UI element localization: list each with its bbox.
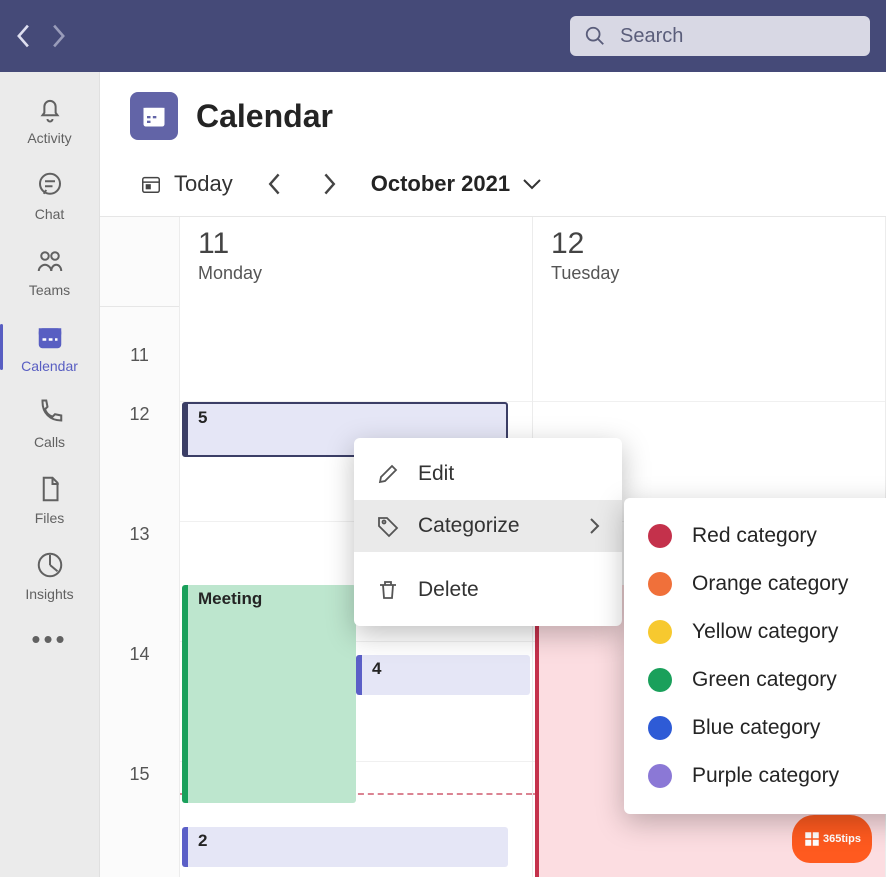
day-name: Tuesday: [551, 263, 867, 284]
menu-item-label: Delete: [418, 578, 479, 602]
category-label: Purple category: [692, 764, 839, 788]
category-option-red[interactable]: Red category: [624, 512, 886, 560]
hour-label: 15: [100, 762, 179, 877]
day-header[interactable]: 12 Tuesday: [533, 217, 885, 294]
sidebar-item-label: Calls: [34, 434, 65, 450]
event-title: 4: [372, 659, 381, 678]
sidebar-item-insights[interactable]: Insights: [0, 540, 100, 610]
sidebar-item-label: Activity: [27, 130, 71, 146]
day-number: 12: [551, 227, 867, 261]
category-color-swatch: [648, 524, 672, 548]
calendar-event[interactable]: 2: [182, 827, 508, 867]
category-color-swatch: [648, 620, 672, 644]
hour-label: 11: [100, 307, 179, 402]
edit-icon: [376, 462, 400, 486]
calendar-toolbar: Today October 2021: [100, 156, 886, 217]
page-header: Calendar: [100, 72, 886, 156]
category-color-swatch: [648, 764, 672, 788]
category-option-blue[interactable]: Blue category: [624, 704, 886, 752]
sidebar-item-calendar[interactable]: Calendar: [0, 312, 100, 382]
search-input[interactable]: [618, 24, 856, 49]
category-color-swatch: [648, 668, 672, 692]
category-color-swatch: [648, 716, 672, 740]
menu-item-delete[interactable]: Delete: [354, 564, 622, 616]
menu-item-edit[interactable]: Edit: [354, 448, 622, 500]
chevron-right-icon: [588, 516, 600, 536]
day-number: 11: [198, 227, 514, 261]
watermark-badge: 365tips: [792, 815, 872, 863]
category-option-yellow[interactable]: Yellow category: [624, 608, 886, 656]
teams-icon: [35, 246, 65, 276]
page-title: Calendar: [196, 98, 333, 135]
phone-icon: [35, 398, 65, 428]
menu-item-label: Edit: [418, 462, 454, 486]
search-icon: [584, 25, 606, 47]
prev-period-button[interactable]: [263, 166, 287, 202]
watermark-text: 365tips: [823, 833, 861, 845]
category-label: Red category: [692, 524, 817, 548]
hour-label: 13: [100, 522, 179, 642]
sidebar-item-label: Teams: [29, 282, 70, 298]
category-label: Green category: [692, 668, 837, 692]
sidebar-item-label: Chat: [35, 206, 65, 222]
tag-icon: [376, 514, 400, 538]
sidebar-item-activity[interactable]: Activity: [0, 84, 100, 154]
category-option-green[interactable]: Green category: [624, 656, 886, 704]
categorize-submenu: Red category Orange category Yellow cate…: [624, 498, 886, 814]
date-picker[interactable]: October 2021: [371, 171, 542, 197]
sidebar-item-calls[interactable]: Calls: [0, 388, 100, 458]
category-label: Yellow category: [692, 620, 838, 644]
sidebar-item-label: Insights: [25, 586, 73, 602]
sidebar-item-label: Files: [35, 510, 65, 526]
calendar-icon: [35, 322, 65, 352]
event-title: 5: [198, 408, 207, 427]
sidebar-item-label: Calendar: [21, 358, 78, 374]
insights-icon: [35, 550, 65, 580]
calendar-app-icon: [130, 92, 178, 140]
app-sidebar: Activity Chat Teams Calendar Calls: [0, 72, 100, 877]
category-label: Blue category: [692, 716, 820, 740]
menu-item-categorize[interactable]: Categorize: [354, 500, 622, 552]
sidebar-item-chat[interactable]: Chat: [0, 160, 100, 230]
hour-label: 12: [100, 402, 179, 522]
today-button[interactable]: Today: [140, 171, 233, 197]
menu-separator: [354, 556, 622, 560]
current-month-label: October 2021: [371, 171, 510, 197]
event-title: Meeting: [198, 589, 262, 608]
today-label: Today: [174, 171, 233, 197]
hour-label: 14: [100, 642, 179, 762]
context-menu: Edit Categorize Delete: [354, 438, 622, 626]
category-color-swatch: [648, 572, 672, 596]
sidebar-more[interactable]: •••: [31, 624, 67, 655]
trash-icon: [376, 578, 400, 602]
back-icon[interactable]: [16, 23, 32, 49]
calendar-event[interactable]: Meeting: [182, 585, 356, 803]
category-option-orange[interactable]: Orange category: [624, 560, 886, 608]
chat-icon: [35, 170, 65, 200]
sidebar-item-teams[interactable]: Teams: [0, 236, 100, 306]
bell-icon: [35, 94, 65, 124]
search-box[interactable]: [570, 16, 870, 56]
forward-icon[interactable]: [50, 23, 66, 49]
day-header[interactable]: 11 Monday: [180, 217, 532, 294]
sidebar-item-files[interactable]: Files: [0, 464, 100, 534]
category-option-purple[interactable]: Purple category: [624, 752, 886, 800]
history-nav: [16, 23, 66, 49]
title-bar: [0, 0, 886, 72]
file-icon: [35, 474, 65, 504]
day-name: Monday: [198, 263, 514, 284]
chevron-down-icon: [522, 177, 542, 191]
menu-item-label: Categorize: [418, 514, 520, 538]
category-label: Orange category: [692, 572, 848, 596]
calendar-event[interactable]: 4: [356, 655, 530, 695]
event-title: 2: [198, 831, 207, 850]
next-period-button[interactable]: [317, 166, 341, 202]
today-icon: [140, 173, 162, 195]
time-gutter: 11 12 13 14 15: [100, 307, 180, 877]
